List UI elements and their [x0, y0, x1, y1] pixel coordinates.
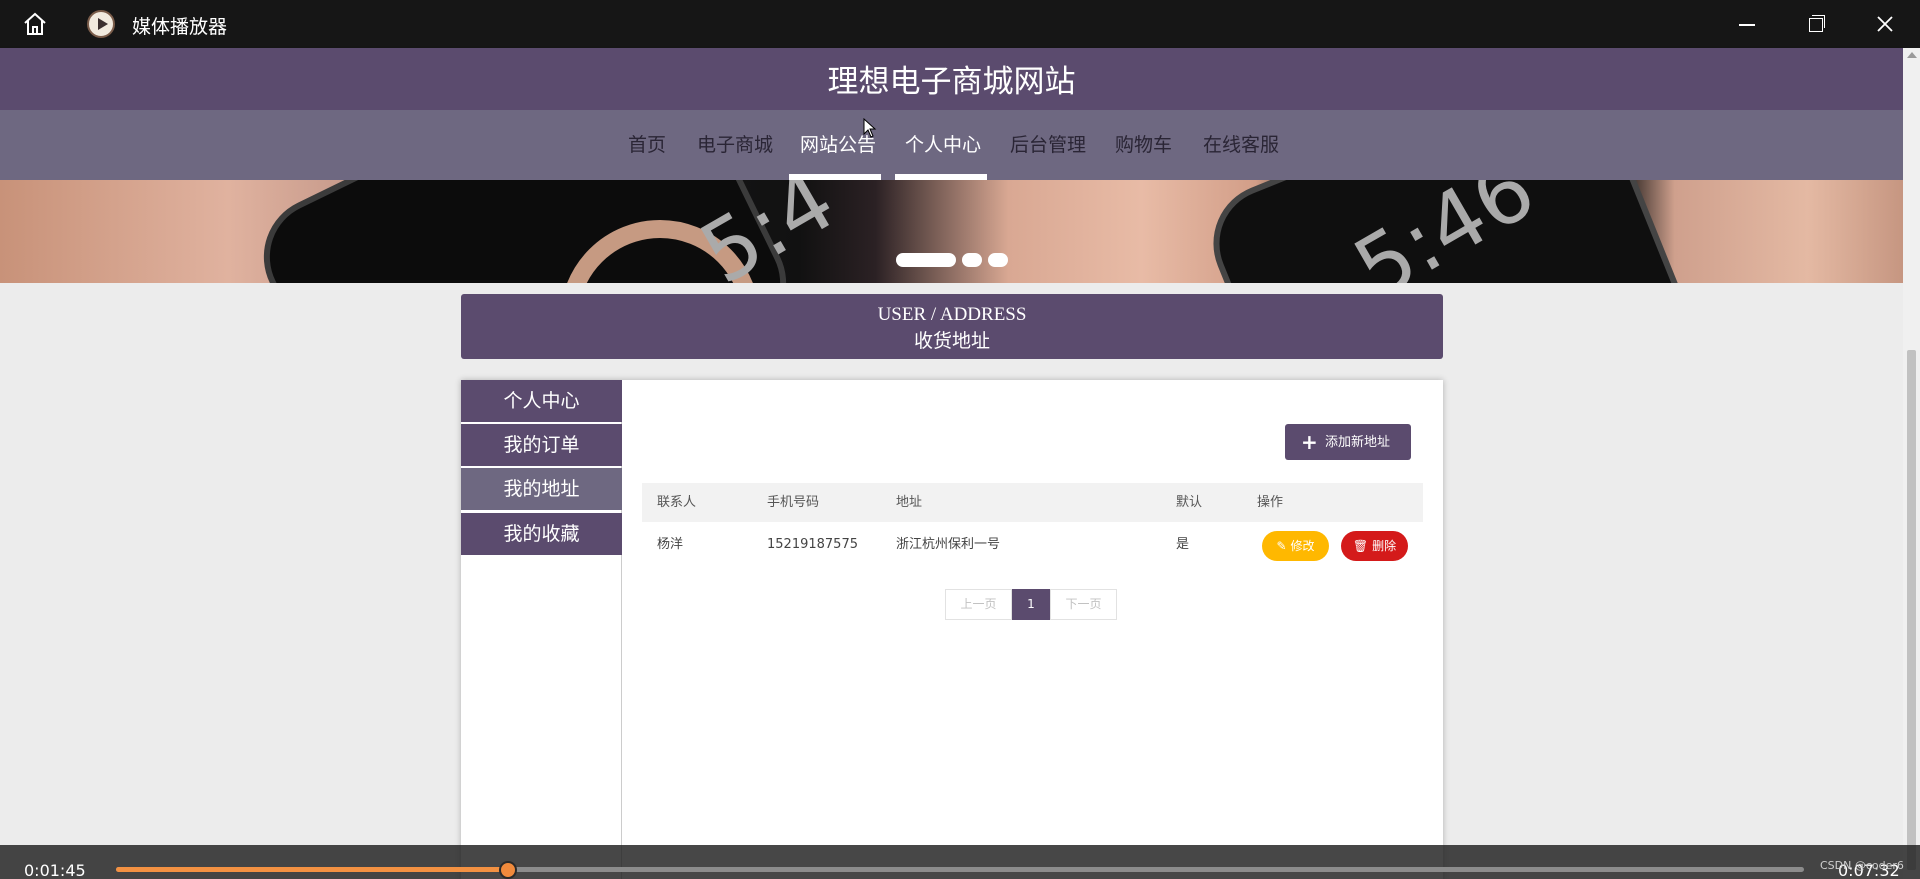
close-icon [1877, 16, 1893, 32]
screen: { "player": { "title": "媒体播放器", "current… [0, 0, 1920, 879]
nav-home[interactable]: 首页 [628, 130, 666, 157]
col-default: 默认 [1176, 495, 1203, 510]
banner-carousel[interactable]: 5:4 5:46 [0, 180, 1903, 283]
main-nav: 首页 电子商城 网站公告 个人中心 后台管理 购物车 在线客服 [0, 110, 1903, 180]
player-titlebar: 媒体播放器 [0, 0, 1920, 48]
carousel-dot[interactable] [988, 253, 1008, 267]
delete-button[interactable]: 🗑 删除 [1341, 531, 1408, 561]
watermark: CSDN @coder6 [1820, 859, 1904, 872]
table-row: 杨洋 15219187575 浙江杭州保利一号 是 ✎ 修改 🗑 删除 [642, 522, 1423, 570]
nav-cart[interactable]: 购物车 [1115, 130, 1172, 157]
restore-button[interactable] [1796, 8, 1836, 40]
sidebar-item-favorites[interactable]: 我的收藏 [461, 513, 622, 555]
carousel-dot-active[interactable] [896, 253, 956, 267]
seek-bar-progress [116, 867, 509, 872]
cell-address: 浙江杭州保利一号 [896, 537, 1001, 552]
page-scrollbar[interactable] [1903, 48, 1920, 879]
carousel-dot[interactable] [962, 253, 982, 267]
cell-default: 是 [1176, 537, 1190, 552]
site-header: 理想电子商城网站 [0, 48, 1903, 110]
home-icon[interactable] [22, 12, 48, 36]
mouse-cursor-icon [863, 118, 877, 138]
sidebar-item-user-center[interactable]: 个人中心 [461, 380, 622, 422]
delete-label: 删除 [1372, 539, 1397, 553]
trash-icon: 🗑 [1352, 539, 1369, 553]
pencil-icon: ✎ [1276, 539, 1287, 553]
add-address-label: 添加新地址 [1325, 435, 1391, 450]
media-player-icon [87, 10, 115, 38]
nav-admin[interactable]: 后台管理 [1010, 130, 1086, 157]
close-button[interactable] [1865, 8, 1905, 40]
seek-handle[interactable] [499, 861, 518, 879]
edit-button[interactable]: ✎ 修改 [1262, 531, 1329, 561]
current-time: 0:01:45 [24, 861, 86, 879]
cell-contact: 杨洋 [657, 537, 684, 552]
col-phone: 手机号码 [767, 495, 820, 510]
player-controls: 0:01:45 0:07:32 CSDN @coder6 [0, 845, 1920, 879]
page-1-button[interactable]: 1 [1012, 589, 1050, 620]
scroll-thumb[interactable] [1907, 350, 1916, 870]
scroll-up-icon[interactable] [1907, 52, 1917, 58]
prev-page-button[interactable]: 上一页 [945, 589, 1012, 620]
site-title: 理想电子商城网站 [827, 64, 1076, 100]
table-header: 联系人 手机号码 地址 默认 操作 [642, 483, 1423, 522]
seek-bar[interactable] [116, 861, 1804, 879]
section-title-en: USER / ADDRESS [877, 304, 1027, 325]
section-header: USER / ADDRESS 收货地址 [461, 294, 1443, 359]
col-address: 地址 [896, 495, 923, 510]
sidebar-item-addresses[interactable]: 我的地址 [461, 468, 622, 510]
add-address-button[interactable]: + 添加新地址 [1285, 424, 1411, 460]
col-contact: 联系人 [657, 495, 697, 510]
edit-label: 修改 [1290, 539, 1315, 553]
address-panel: 个人中心 我的订单 我的地址 我的收藏 + 添加新地址 联系人 手机号码 地址 … [461, 380, 1443, 879]
section-title-cn: 收货地址 [913, 330, 990, 352]
user-sidebar: 个人中心 我的订单 我的地址 我的收藏 [461, 380, 622, 879]
col-actions: 操作 [1257, 495, 1284, 510]
nav-support[interactable]: 在线客服 [1203, 130, 1279, 157]
app-title: 媒体播放器 [132, 16, 228, 38]
plus-icon: + [1301, 430, 1318, 454]
nav-user-center[interactable]: 个人中心 [905, 130, 981, 157]
minimize-button[interactable] [1727, 8, 1767, 40]
cell-phone: 15219187575 [767, 537, 858, 552]
nav-mall[interactable]: 电子商城 [697, 130, 773, 157]
sidebar-item-orders[interactable]: 我的订单 [461, 424, 622, 466]
next-page-button[interactable]: 下一页 [1050, 589, 1117, 620]
